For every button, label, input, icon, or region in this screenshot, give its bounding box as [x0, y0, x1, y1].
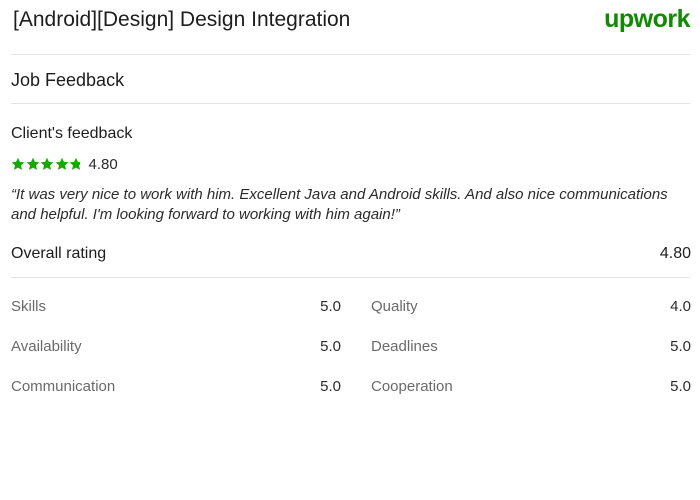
metric-value-availability: 5.0: [320, 338, 341, 355]
metric-value-quality: 4.0: [670, 298, 691, 315]
metric-value-communication: 5.0: [320, 378, 341, 395]
metric-label-communication: Communication: [11, 378, 116, 395]
job-title: [Android][Design] Design Integration: [13, 8, 351, 31]
metric-label-quality: Quality: [371, 298, 418, 315]
metric-value-deadlines: 5.0: [670, 338, 691, 355]
metric-label-deadlines: Deadlines: [371, 338, 438, 355]
star-icon: [26, 157, 40, 171]
section-divider: [11, 103, 690, 104]
metric-label-availability: Availability: [11, 338, 82, 355]
section-title: Job Feedback: [11, 70, 125, 90]
upwork-logo[interactable]: upwork: [604, 5, 690, 34]
header: [Android][Design] Design Integration upw…: [0, 0, 700, 55]
star-icon: [55, 157, 69, 171]
feedback-comment: “It was very nice to work with him. Exce…: [11, 186, 668, 223]
client-feedback-heading: Client's feedback: [11, 125, 133, 142]
rating-score: 4.80: [88, 155, 118, 173]
overall-rating-label: Overall rating: [11, 245, 107, 262]
overall-rating-row: Overall rating 4.80: [11, 245, 691, 263]
overall-divider: [11, 277, 690, 278]
star-icon: [11, 157, 25, 171]
star-icon: [69, 157, 83, 171]
metric-value-cooperation: 5.0: [670, 378, 691, 395]
metric-label-skills: Skills: [11, 298, 47, 315]
metric-label-cooperation: Cooperation: [371, 378, 453, 395]
star-icon: [40, 157, 54, 171]
overall-rating-value: 4.80: [659, 245, 691, 262]
header-divider: [11, 54, 690, 55]
stars: [11, 157, 84, 171]
metric-value-skills: 5.0: [320, 298, 341, 315]
star-rating: 4.80: [11, 155, 118, 173]
